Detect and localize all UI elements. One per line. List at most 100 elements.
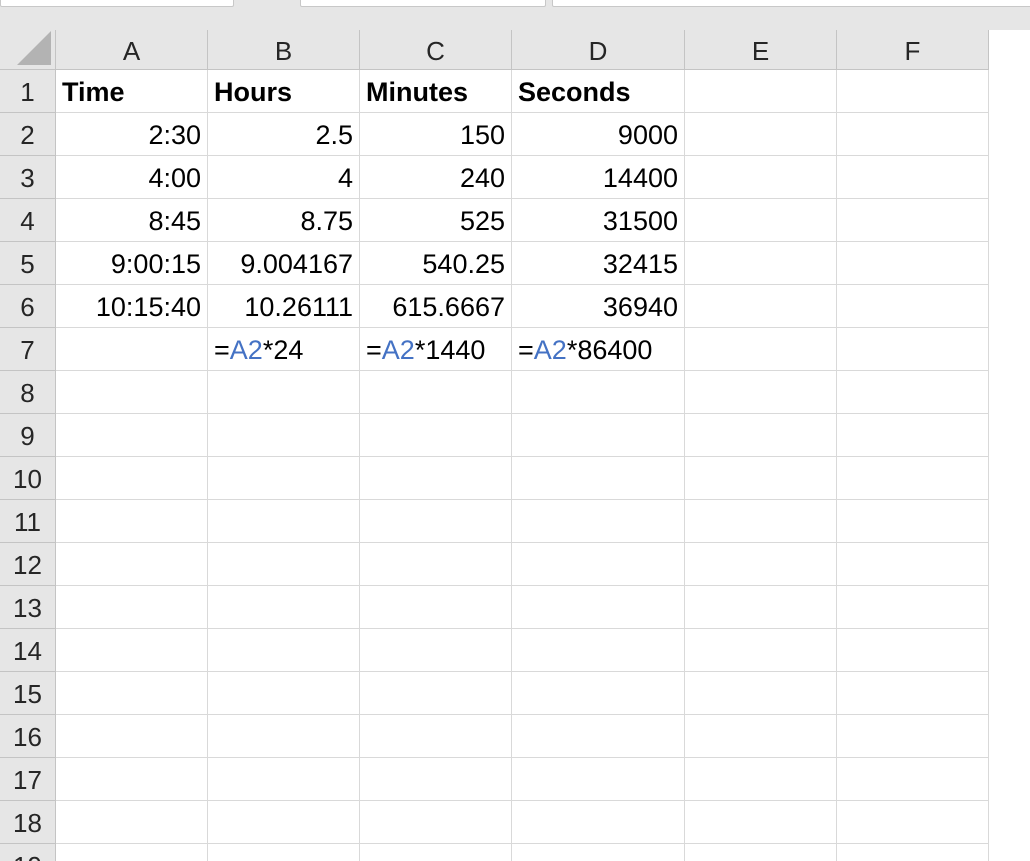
cell-d7[interactable]: =A2*86400 xyxy=(512,328,685,371)
cell-f9[interactable] xyxy=(837,414,989,457)
cell-c15[interactable] xyxy=(360,672,512,715)
cell-a16[interactable] xyxy=(56,715,208,758)
cell-a13[interactable] xyxy=(56,586,208,629)
cell-e10[interactable] xyxy=(685,457,837,500)
cell-e2[interactable] xyxy=(685,113,837,156)
row-header-11[interactable]: 11 xyxy=(0,500,56,543)
cell-f5[interactable] xyxy=(837,242,989,285)
cell-e17[interactable] xyxy=(685,758,837,801)
cell-a19[interactable] xyxy=(56,844,208,861)
cell-a6[interactable]: 10:15:40 xyxy=(56,285,208,328)
cell-c11[interactable] xyxy=(360,500,512,543)
cell-c17[interactable] xyxy=(360,758,512,801)
cell-f4[interactable] xyxy=(837,199,989,242)
cell-b11[interactable] xyxy=(208,500,360,543)
cell-b6[interactable]: 10.26111 xyxy=(208,285,360,328)
row-header-5[interactable]: 5 xyxy=(0,242,56,285)
column-header-b[interactable]: B xyxy=(208,30,360,70)
cell-c18[interactable] xyxy=(360,801,512,844)
cell-a8[interactable] xyxy=(56,371,208,414)
name-box[interactable] xyxy=(0,0,234,7)
cell-b5[interactable]: 9.004167 xyxy=(208,242,360,285)
cell-b7[interactable]: =A2*24 xyxy=(208,328,360,371)
cell-e3[interactable] xyxy=(685,156,837,199)
cell-f3[interactable] xyxy=(837,156,989,199)
cell-a15[interactable] xyxy=(56,672,208,715)
cell-d6[interactable]: 36940 xyxy=(512,285,685,328)
cell-e9[interactable] xyxy=(685,414,837,457)
row-header-9[interactable]: 9 xyxy=(0,414,56,457)
cell-a12[interactable] xyxy=(56,543,208,586)
cell-e13[interactable] xyxy=(685,586,837,629)
cell-f19[interactable] xyxy=(837,844,989,861)
cell-a11[interactable] xyxy=(56,500,208,543)
cell-a3[interactable]: 4:00 xyxy=(56,156,208,199)
cell-e1[interactable] xyxy=(685,70,837,113)
row-header-6[interactable]: 6 xyxy=(0,285,56,328)
cell-f16[interactable] xyxy=(837,715,989,758)
cell-c8[interactable] xyxy=(360,371,512,414)
row-header-8[interactable]: 8 xyxy=(0,371,56,414)
cell-c7[interactable]: =A2*1440 xyxy=(360,328,512,371)
row-header-2[interactable]: 2 xyxy=(0,113,56,156)
cell-d15[interactable] xyxy=(512,672,685,715)
cell-b18[interactable] xyxy=(208,801,360,844)
cell-a4[interactable]: 8:45 xyxy=(56,199,208,242)
cell-e4[interactable] xyxy=(685,199,837,242)
cell-c2[interactable]: 150 xyxy=(360,113,512,156)
cell-e5[interactable] xyxy=(685,242,837,285)
cell-a17[interactable] xyxy=(56,758,208,801)
cell-b13[interactable] xyxy=(208,586,360,629)
cell-b14[interactable] xyxy=(208,629,360,672)
cell-d2[interactable]: 9000 xyxy=(512,113,685,156)
cell-d5[interactable]: 32415 xyxy=(512,242,685,285)
cell-a1[interactable]: Time xyxy=(56,70,208,113)
cell-e18[interactable] xyxy=(685,801,837,844)
cell-a2[interactable]: 2:30 xyxy=(56,113,208,156)
cell-f8[interactable] xyxy=(837,371,989,414)
row-header-17[interactable]: 17 xyxy=(0,758,56,801)
cell-d3[interactable]: 14400 xyxy=(512,156,685,199)
cell-b15[interactable] xyxy=(208,672,360,715)
column-header-c[interactable]: C xyxy=(360,30,512,70)
cell-a5[interactable]: 9:00:15 xyxy=(56,242,208,285)
cell-b2[interactable]: 2.5 xyxy=(208,113,360,156)
cell-c14[interactable] xyxy=(360,629,512,672)
cell-a14[interactable] xyxy=(56,629,208,672)
row-header-10[interactable]: 10 xyxy=(0,457,56,500)
row-header-4[interactable]: 4 xyxy=(0,199,56,242)
cell-c4[interactable]: 525 xyxy=(360,199,512,242)
cell-d12[interactable] xyxy=(512,543,685,586)
cell-f7[interactable] xyxy=(837,328,989,371)
cell-b17[interactable] xyxy=(208,758,360,801)
row-header-15[interactable]: 15 xyxy=(0,672,56,715)
cell-a18[interactable] xyxy=(56,801,208,844)
cell-b9[interactable] xyxy=(208,414,360,457)
row-header-13[interactable]: 13 xyxy=(0,586,56,629)
formula-bar-segment[interactable] xyxy=(300,0,546,7)
cell-d8[interactable] xyxy=(512,371,685,414)
cell-f11[interactable] xyxy=(837,500,989,543)
cell-d18[interactable] xyxy=(512,801,685,844)
cell-f14[interactable] xyxy=(837,629,989,672)
cell-a9[interactable] xyxy=(56,414,208,457)
column-header-f[interactable]: F xyxy=(837,30,989,70)
cell-d10[interactable] xyxy=(512,457,685,500)
cell-b19[interactable] xyxy=(208,844,360,861)
cell-d9[interactable] xyxy=(512,414,685,457)
cell-b10[interactable] xyxy=(208,457,360,500)
cell-d16[interactable] xyxy=(512,715,685,758)
cell-e12[interactable] xyxy=(685,543,837,586)
cell-c5[interactable]: 540.25 xyxy=(360,242,512,285)
cell-e14[interactable] xyxy=(685,629,837,672)
cell-e6[interactable] xyxy=(685,285,837,328)
cell-f18[interactable] xyxy=(837,801,989,844)
cell-f17[interactable] xyxy=(837,758,989,801)
cell-d14[interactable] xyxy=(512,629,685,672)
cell-d4[interactable]: 31500 xyxy=(512,199,685,242)
row-header-14[interactable]: 14 xyxy=(0,629,56,672)
cell-f6[interactable] xyxy=(837,285,989,328)
row-header-1[interactable]: 1 xyxy=(0,70,56,113)
cell-e7[interactable] xyxy=(685,328,837,371)
cell-d13[interactable] xyxy=(512,586,685,629)
